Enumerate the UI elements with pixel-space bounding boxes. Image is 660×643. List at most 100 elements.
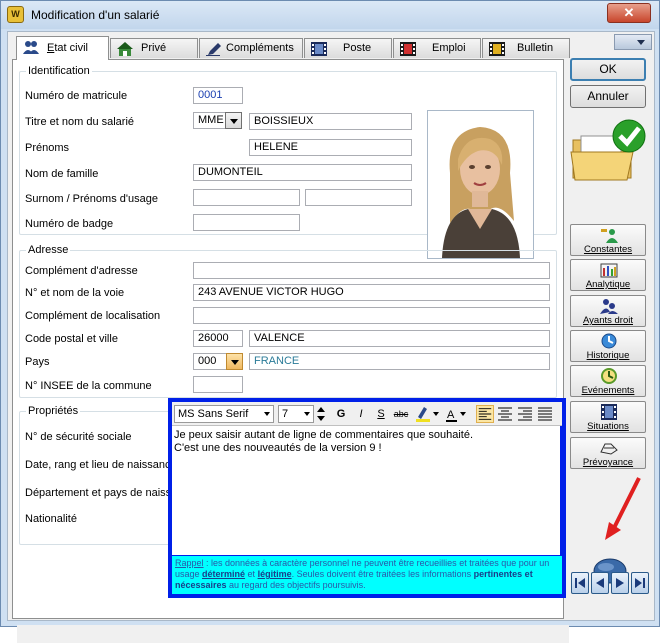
- underline-button[interactable]: S: [372, 405, 390, 423]
- align-right-icon[interactable]: [516, 405, 534, 423]
- matricule-label: Numéro de matricule: [25, 90, 128, 102]
- naissance-label: Date, rang et lieu de naissance: [25, 459, 169, 471]
- italic-button[interactable]: I: [352, 405, 370, 423]
- portrait-image: [428, 111, 533, 258]
- editor-toolbar: MS Sans Serif 7 G I S abc A: [172, 402, 562, 426]
- comment-line: Je peux saisir autant de ligne de commen…: [174, 429, 474, 441]
- highlight-color-button[interactable]: [414, 405, 442, 423]
- analytique-icon: [600, 263, 618, 278]
- adresse-legend: Adresse: [28, 244, 69, 256]
- prevoyance-button[interactable]: Prévoyance: [570, 437, 646, 469]
- complement-adresse-label: Complément d'adresse: [25, 265, 138, 277]
- tab-prive[interactable]: Privé: [110, 38, 198, 58]
- pays-input[interactable]: FRANCE: [249, 353, 550, 370]
- last-record-button[interactable]: [631, 572, 649, 594]
- rappel-link[interactable]: Rappel: [175, 558, 204, 568]
- main-window: W Modification d'un salarié ✕ Etat civil…: [0, 0, 660, 643]
- folder-check-icon: [570, 119, 646, 181]
- rappel-notice: Rappel : les données à caractère personn…: [172, 556, 562, 594]
- window-title: Modification d'un salarié: [31, 8, 160, 22]
- tab-complements[interactable]: Compléments: [199, 38, 303, 58]
- strikethrough-button[interactable]: abc: [392, 405, 410, 423]
- tab-emploi[interactable]: Emploi: [393, 38, 481, 58]
- red-arrow-annotation: [605, 477, 641, 540]
- align-justify-icon[interactable]: [536, 405, 554, 423]
- historique-button[interactable]: Historique: [570, 330, 646, 362]
- nationalite-label: Nationalité: [25, 513, 77, 525]
- voie-input[interactable]: 243 AVENUE VICTOR HUGO: [193, 284, 550, 301]
- previous-icon: [596, 578, 604, 588]
- svg-text:A: A: [447, 409, 455, 421]
- titre-nom-label: Titre et nom du salarié: [25, 116, 135, 128]
- cp-ville-label: Code postal et ville: [25, 333, 118, 345]
- comment-line: C'est une des nouveautés de la version 9…: [174, 442, 382, 454]
- users-icon: [23, 41, 39, 54]
- analytique-button[interactable]: Analytique: [570, 259, 646, 291]
- previous-record-button[interactable]: [591, 572, 609, 594]
- badge-label: Numéro de badge: [25, 218, 114, 230]
- size-spinner[interactable]: [316, 405, 326, 423]
- surnom-label: Surnom / Prénoms d'usage: [25, 193, 158, 205]
- next-record-button[interactable]: [611, 572, 629, 594]
- ayants-droit-icon: [600, 299, 618, 314]
- ayants-droit-button[interactable]: Ayants droit: [570, 295, 646, 327]
- ville-input[interactable]: VALENCE: [249, 330, 550, 347]
- prenoms-label: Prénoms: [25, 142, 70, 154]
- badge-input[interactable]: [193, 214, 300, 231]
- tab-overflow-dropdown[interactable]: [614, 34, 652, 50]
- comment-textarea[interactable]: Je peux saisir autant de ligne de commen…: [172, 426, 560, 555]
- identification-legend: Identification: [28, 65, 90, 77]
- ok-button[interactable]: OK: [570, 58, 646, 81]
- film-yellow-icon: [489, 42, 505, 56]
- localisation-input[interactable]: [193, 307, 550, 324]
- text-color-button[interactable]: A: [444, 405, 470, 423]
- pays-dropdown-button[interactable]: [226, 353, 243, 370]
- first-record-button[interactable]: [571, 572, 589, 594]
- historique-icon: [601, 333, 617, 349]
- next-icon: [616, 578, 624, 588]
- prevoyance-icon: [600, 443, 618, 455]
- tab-bulletin[interactable]: Bulletin: [482, 38, 570, 58]
- evenements-button[interactable]: Evénements: [570, 365, 646, 397]
- insee-label: N° INSEE de la commune: [25, 380, 152, 392]
- film-icon: [311, 42, 327, 56]
- horizontal-scrollbar[interactable]: [17, 625, 569, 643]
- house-icon: [117, 42, 133, 56]
- last-icon: [635, 578, 645, 588]
- matricule-input[interactable]: 0001: [193, 87, 243, 104]
- tab-poste[interactable]: Poste: [304, 38, 392, 58]
- align-left-icon[interactable]: [476, 405, 494, 423]
- record-navigation: [571, 572, 651, 594]
- close-button[interactable]: ✕: [607, 3, 651, 23]
- surnom-input[interactable]: [193, 189, 300, 206]
- code-postal-input[interactable]: 26000: [193, 330, 243, 347]
- annuler-button[interactable]: Annuler: [570, 85, 646, 108]
- nom-salarie-input[interactable]: BOISSIEUX: [249, 113, 412, 130]
- prenoms-usage-input[interactable]: [305, 189, 412, 206]
- tab-label: Etat civil: [47, 42, 88, 54]
- secu-label: N° de sécurité sociale: [25, 431, 132, 443]
- font-family-select[interactable]: MS Sans Serif: [174, 405, 274, 423]
- situations-button[interactable]: Situations: [570, 401, 646, 433]
- font-size-select[interactable]: 7: [278, 405, 314, 423]
- voie-label: N° et nom de la voie: [25, 287, 125, 299]
- titre-dropdown-button[interactable]: [225, 112, 242, 129]
- prenoms-input[interactable]: HELENE: [249, 139, 412, 156]
- chevron-down-icon: [264, 412, 270, 416]
- pays-label: Pays: [25, 356, 50, 368]
- nom-famille-input[interactable]: DUMONTEIL: [193, 164, 412, 181]
- bold-button[interactable]: G: [332, 405, 350, 423]
- insee-input[interactable]: [193, 376, 243, 393]
- tab-etat-civil[interactable]: Etat civil: [16, 36, 109, 60]
- constantes-button[interactable]: Constantes: [570, 224, 646, 256]
- localisation-label: Complément de localisation: [25, 310, 161, 322]
- constantes-icon: [601, 229, 618, 243]
- comment-editor: MS Sans Serif 7 G I S abc A Je peux sais…: [168, 398, 566, 598]
- align-center-icon[interactable]: [496, 405, 514, 423]
- film-red-icon: [400, 42, 416, 56]
- employee-photo[interactable]: [427, 110, 534, 259]
- title-bar[interactable]: W Modification d'un salarié ✕: [1, 1, 659, 29]
- complement-adresse-input[interactable]: [193, 262, 550, 279]
- situations-icon: [601, 404, 617, 420]
- app-icon: W: [7, 6, 24, 23]
